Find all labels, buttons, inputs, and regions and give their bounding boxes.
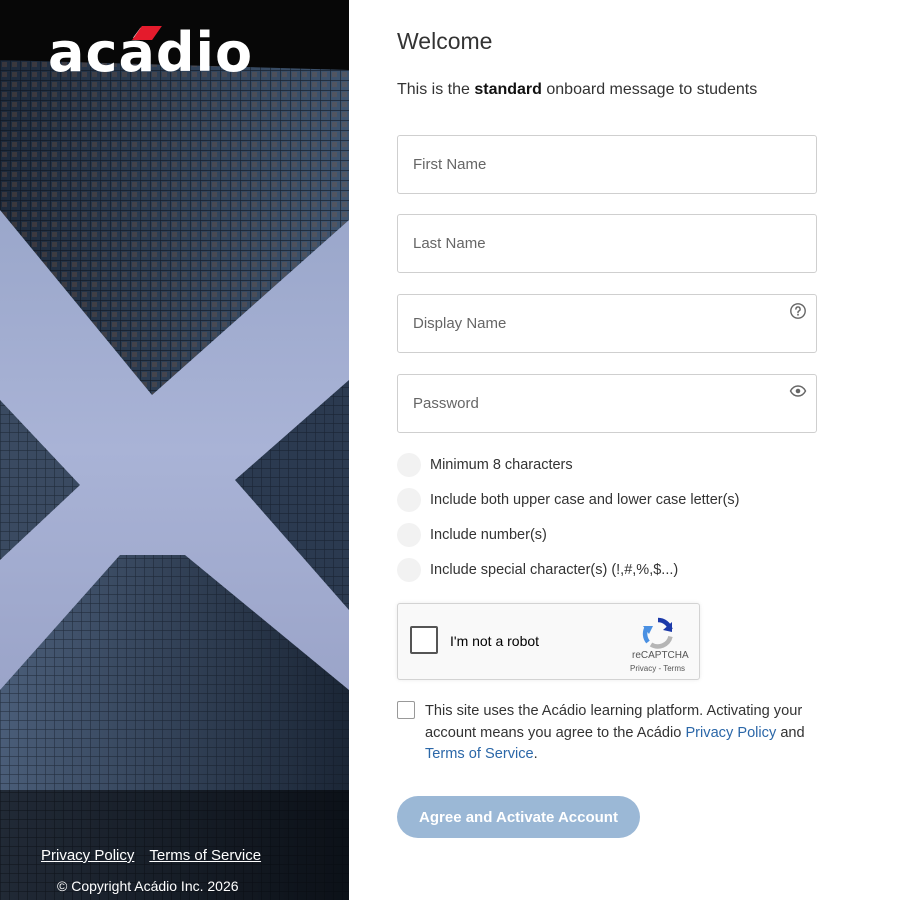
recaptcha-terms: Privacy - Terms: [630, 664, 685, 673]
left-footer-links: Privacy Policy Terms of Service: [41, 847, 261, 864]
requirement-label: Minimum 8 characters: [430, 457, 573, 473]
recaptcha-logo-icon: [642, 617, 673, 649]
requirement-status-icon: [397, 453, 421, 477]
recaptcha-label: I'm not a robot: [450, 633, 540, 649]
password-field: [397, 374, 817, 433]
recaptcha-terms-link[interactable]: Terms: [663, 664, 685, 673]
message-suffix: onboard message to students: [541, 81, 758, 98]
display-name-field: [397, 294, 817, 353]
message-prefix: This is the: [397, 81, 475, 98]
requirement-label: Include number(s): [430, 527, 547, 543]
activate-account-button[interactable]: Agree and Activate Account: [397, 796, 640, 838]
agreement-privacy-link[interactable]: Privacy Policy: [685, 725, 776, 741]
display-name-input[interactable]: [398, 295, 758, 352]
agreement-checkbox[interactable]: [397, 701, 415, 719]
page-title: Welcome: [397, 28, 493, 54]
help-circle-icon[interactable]: [789, 302, 807, 320]
agreement-text: This site uses the Acádio learning platf…: [425, 701, 825, 766]
last-name-input[interactable]: [398, 215, 758, 272]
terms-of-service-link[interactable]: Terms of Service: [149, 847, 261, 864]
requirement-item: Minimum 8 characters: [397, 453, 573, 477]
requirement-label: Include both upper case and lower case l…: [430, 492, 740, 508]
requirement-status-icon: [397, 488, 421, 512]
skyscrapers-photo: [0, 0, 349, 900]
message-bold: standard: [474, 81, 542, 98]
first-name-input[interactable]: [398, 136, 758, 193]
requirement-status-icon: [397, 523, 421, 547]
agreement-text-after: .: [533, 746, 538, 762]
requirement-label: Include special character(s) (!,#,%,$...…: [430, 562, 679, 578]
recaptcha-brand: reCAPTCHA: [632, 650, 689, 661]
requirement-item: Include number(s): [397, 523, 547, 547]
requirement-status-icon: [397, 558, 421, 582]
recaptcha-checkbox[interactable]: [410, 626, 438, 654]
onboard-message: This is the standard onboard message to …: [397, 81, 757, 99]
eye-icon[interactable]: [789, 382, 807, 400]
last-name-field: [397, 214, 817, 273]
recaptcha-widget: I'm not a robot reCAPTCHA Privacy - Term…: [397, 603, 700, 680]
first-name-field: [397, 135, 817, 194]
brand-panel: acádio Privacy Policy Terms of Service ©…: [0, 0, 349, 900]
agreement-terms-link[interactable]: Terms of Service: [425, 746, 534, 762]
requirement-item: Include special character(s) (!,#,%,$...…: [397, 558, 678, 582]
recaptcha-privacy-link[interactable]: Privacy: [630, 664, 656, 673]
password-input[interactable]: [398, 375, 758, 432]
agreement-text-middle: and: [776, 724, 805, 741]
copyright-text: © Copyright Acádio Inc. 2026: [57, 878, 239, 894]
privacy-policy-link[interactable]: Privacy Policy: [41, 847, 134, 864]
requirement-item: Include both upper case and lower case l…: [397, 488, 740, 512]
